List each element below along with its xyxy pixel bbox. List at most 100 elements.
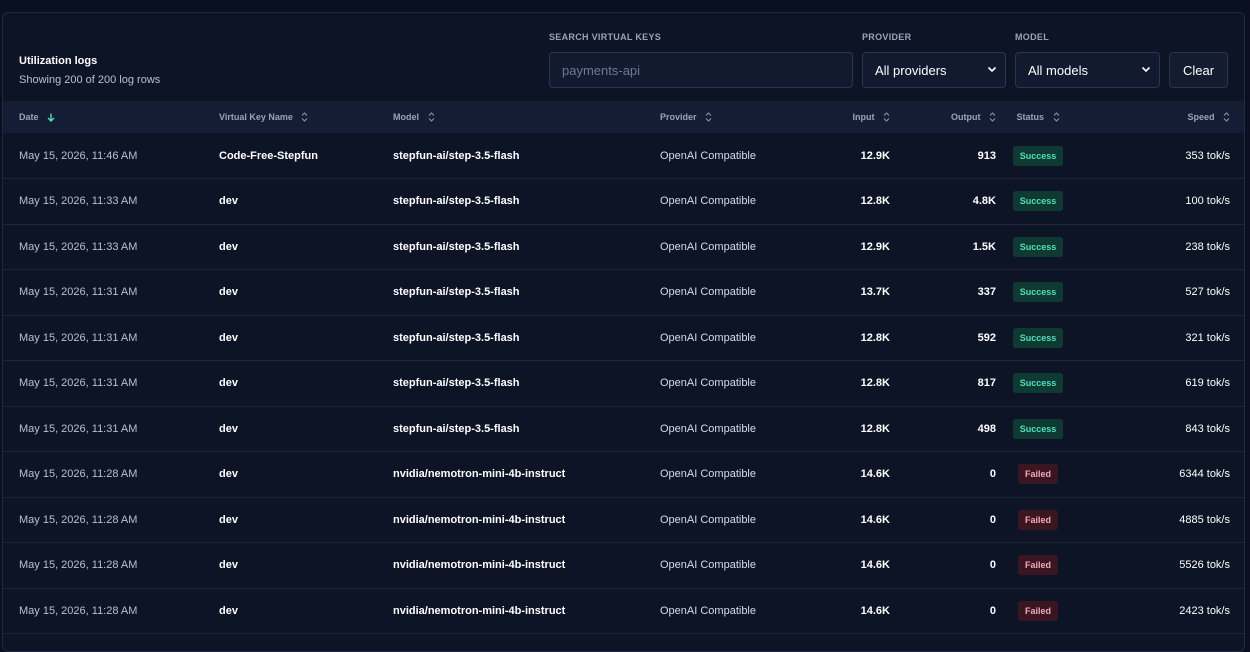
status-cell: Success [996,361,1080,407]
speed-cell: 321 tok/s [1185,331,1230,344]
output-tokens-cell: 913 [977,149,996,162]
date-cell: May 15, 2026, 11:31 AM [19,331,138,344]
table-row[interactable]: May 15, 2026, 11:28 AM dev nvidia/nemotron… [3,588,1244,634]
table-row[interactable]: May 15, 2026, 11:31 AM dev stepfun-ai/step… [3,270,1244,315]
column-label: Model [393,111,419,122]
speed-cell: 527 tok/s [1185,286,1230,299]
provider-cell: OpenAI Compatible [660,149,756,162]
status-badge: Success [1012,236,1064,257]
column-header-input[interactable]: Input [810,101,890,133]
input-tokens-cell: 12.8K [860,422,890,435]
status-badge: Success [1012,327,1064,348]
date-cell: May 15, 2026, 11:33 AM [19,240,138,253]
provider-select-value: All providers [875,62,947,78]
table-row[interactable]: May 15, 2026, 11:31 AM dev stepfun-ai/step… [3,406,1244,452]
output-tokens-cell: 337 [977,286,996,299]
virtual-key-cell: dev [219,559,238,572]
output-tokens-cell: 0 [989,513,996,526]
speed-cell: 4885 tok/s [1179,513,1230,526]
column-label: Output [950,111,981,122]
status-cell: Success [996,133,1080,179]
model-cell: nvidia/nemotron-mini-4b-instruct [393,513,566,526]
model-cell: stepfun-ai/step-3.5-flash [393,286,520,299]
column-header-key[interactable]: Virtual Key Name [219,101,393,133]
date-cell: May 15, 2026, 11:28 AM [19,513,138,526]
table-row[interactable]: May 15, 2026, 11:31 AM dev stepfun-ai/step… [3,361,1244,407]
status-badge: Success [1012,191,1064,212]
column-header-status[interactable]: Status [996,101,1080,133]
logs-table: Date Virtual Key Name Model Provider Inp… [3,101,1244,634]
sort-icon [302,112,308,123]
model-select[interactable]: All models [1015,52,1160,88]
provider-cell: OpenAI Compatible [660,422,756,435]
column-header-speed[interactable]: Speed [1080,101,1244,133]
speed-cell: 6344 tok/s [1179,468,1230,481]
output-tokens-cell: 498 [977,422,996,435]
speed-cell: 619 tok/s [1185,377,1230,390]
virtual-key-cell: dev [219,240,238,253]
column-header-date[interactable]: Date [3,101,219,133]
model-cell: nvidia/nemotron-mini-4b-instruct [393,559,566,572]
output-tokens-cell: 592 [977,331,996,344]
sort-icon [428,112,434,123]
model-cell: stepfun-ai/step-3.5-flash [393,149,520,162]
virtual-key-cell: Code-Free-Stepfun [219,149,318,162]
speed-cell: 100 tok/s [1185,195,1230,208]
date-cell: May 15, 2026, 11:28 AM [19,468,138,481]
output-tokens-cell: 0 [989,559,996,572]
status-cell: Failed [996,543,1080,589]
table-row[interactable]: May 15, 2026, 11:31 AM dev stepfun-ai/step… [3,315,1244,361]
clear-filters-button[interactable]: Clear [1169,52,1228,88]
status-cell: Success [996,179,1080,225]
status-badge: Success [1012,373,1064,394]
search-label: SEARCH VIRTUAL KEYS [549,32,662,42]
model-cell: stepfun-ai/step-3.5-flash [393,240,520,253]
table-row[interactable]: May 15, 2026, 11:28 AM dev nvidia/nemotron… [3,497,1244,543]
speed-cell: 238 tok/s [1185,240,1230,253]
search-virtual-keys-input[interactable]: payments-api [549,52,853,88]
status-badge: Success [1012,282,1064,303]
virtual-key-cell: dev [219,286,238,299]
column-label: Input [852,111,875,122]
status-badge: Failed [1017,509,1058,530]
output-tokens-cell: 1.5K [972,240,996,253]
model-cell: nvidia/nemotron-mini-4b-instruct [393,604,566,617]
column-header-provider[interactable]: Provider [660,101,810,133]
virtual-key-cell: dev [219,422,238,435]
table-row[interactable]: May 15, 2026, 11:46 AM Code-Free-Stepfun s… [3,133,1244,179]
speed-cell: 5526 tok/s [1179,559,1230,572]
model-select-value: All models [1028,62,1088,78]
provider-cell: OpenAI Compatible [660,604,756,617]
table-row[interactable]: May 15, 2026, 11:28 AM dev nvidia/nemotron… [3,543,1244,589]
column-label: Date [19,111,39,122]
model-cell: nvidia/nemotron-mini-4b-instruct [393,468,566,481]
column-label: Virtual Key Name [219,111,293,122]
provider-cell: OpenAI Compatible [660,468,756,481]
output-tokens-cell: 817 [977,377,996,390]
sort-icon [705,112,712,123]
date-cell: May 15, 2026, 11:31 AM [19,377,138,390]
sort-descending-icon [47,113,55,123]
status-badge: Success [1012,418,1064,439]
panel-header: Utilization logs Showing 200 of 200 log … [3,13,1244,101]
sort-icon [989,112,996,123]
utilization-logs-panel: Utilization logs Showing 200 of 200 log … [2,12,1245,652]
output-tokens-cell: 4.8K [972,195,996,208]
table-row[interactable]: May 15, 2026, 11:33 AM dev stepfun-ai/step… [3,179,1244,225]
status-badge: Failed [1017,555,1058,576]
table-row[interactable]: May 15, 2026, 11:28 AM dev nvidia/nemotron… [3,452,1244,497]
table-row[interactable]: May 15, 2026, 11:33 AM dev stepfun-ai/step… [3,224,1244,270]
input-tokens-cell: 14.6K [860,604,890,617]
column-header-model[interactable]: Model [393,101,660,133]
column-header-output[interactable]: Output [890,101,996,133]
row-count-subtitle: Showing 200 of 200 log rows [19,74,161,86]
table-body: May 15, 2026, 11:46 AM Code-Free-Stepfun s… [3,133,1244,634]
status-cell: Failed [996,588,1080,634]
model-cell: stepfun-ai/step-3.5-flash [393,377,520,390]
input-tokens-cell: 14.6K [860,513,890,526]
input-tokens-cell: 12.8K [860,331,890,344]
provider-select[interactable]: All providers [862,52,1006,88]
virtual-key-cell: dev [219,468,238,481]
speed-cell: 353 tok/s [1185,149,1230,162]
provider-cell: OpenAI Compatible [660,559,756,572]
